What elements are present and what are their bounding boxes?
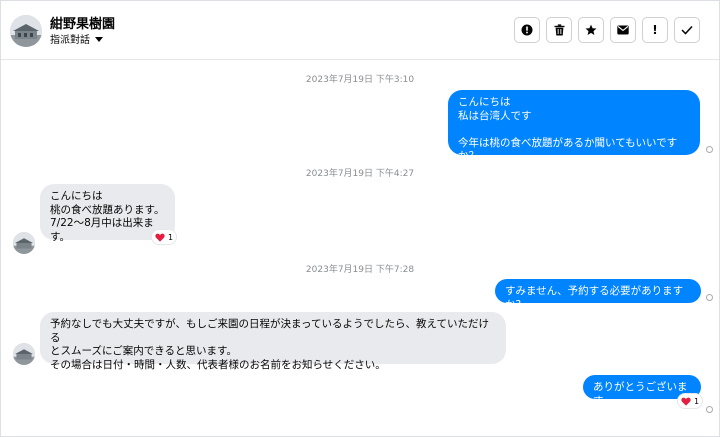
- seen-indicator-icon: [706, 294, 713, 301]
- outgoing-message[interactable]: こんにちは 私は台湾人です 今年は桃の食べ放題があるか聞いてもいいですか？: [448, 90, 700, 162]
- timestamp: 2023年7月19日 下午4:27: [305, 169, 415, 179]
- star-button[interactable]: [578, 17, 604, 43]
- reaction-count: 1: [168, 232, 174, 242]
- flag-button[interactable]: !: [642, 17, 668, 43]
- building-photo-icon: [13, 343, 35, 365]
- mark-unread-button[interactable]: [610, 17, 636, 43]
- reaction-count: 1: [694, 396, 700, 406]
- message-reaction[interactable]: 1: [678, 394, 703, 408]
- delete-button[interactable]: [546, 17, 572, 43]
- exclamation-icon: !: [652, 23, 658, 37]
- conversation-window: 紺野果樹園 指派對話 ! 2023年7月19日 下午3:10 こんにちは 私は台…: [0, 0, 720, 437]
- heart-icon: [155, 233, 165, 242]
- conversation-header: 紺野果樹園 指派對話 !: [1, 1, 719, 60]
- contact-avatar[interactable]: [10, 15, 42, 47]
- timestamp: 2023年7月19日 下午7:28: [305, 265, 415, 275]
- seen-indicator-icon: [706, 406, 713, 413]
- alert-circle-icon: [521, 24, 533, 36]
- mark-done-button[interactable]: [674, 17, 700, 43]
- mail-icon: [617, 25, 629, 35]
- caret-down-icon: [95, 36, 103, 42]
- conversation-toolbar: !: [514, 17, 700, 43]
- assign-label: 指派對話: [50, 35, 90, 46]
- building-photo-icon: [10, 15, 42, 47]
- contact-name[interactable]: 紺野果樹園: [50, 13, 115, 32]
- heart-icon: [681, 397, 691, 406]
- star-icon: [585, 24, 597, 35]
- checkmark-icon: [681, 25, 693, 35]
- timestamp: 2023年7月19日 下午3:10: [305, 75, 415, 85]
- contact-avatar-small: [13, 232, 35, 254]
- message-reaction[interactable]: 1: [152, 230, 177, 244]
- outgoing-message[interactable]: すみません、予約する必要がありますか?: [495, 279, 701, 311]
- assign-conversation-dropdown[interactable]: 指派對話: [50, 31, 103, 46]
- building-photo-icon: [13, 232, 35, 254]
- contact-avatar-small: [13, 343, 35, 365]
- incoming-message[interactable]: 予約なしでも大丈夫ですが、もしご来園の日程が決まっているようでしたら、教えていた…: [40, 312, 506, 371]
- seen-indicator-icon: [706, 146, 713, 153]
- trash-icon: [554, 24, 564, 36]
- report-button[interactable]: [514, 17, 540, 43]
